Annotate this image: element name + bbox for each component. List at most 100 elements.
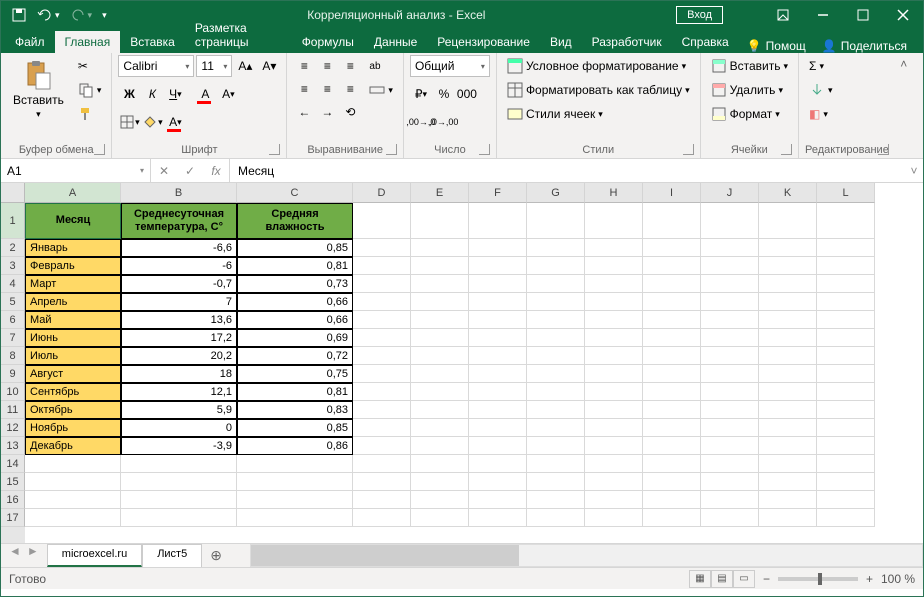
empty-cell[interactable] xyxy=(527,311,585,329)
row-header-16[interactable]: 16 xyxy=(1,491,25,509)
merge-button[interactable]: ▾ xyxy=(365,79,397,101)
autosum-button[interactable]: Σ▾ xyxy=(805,55,828,77)
empty-cell[interactable] xyxy=(701,491,759,509)
empty-cell[interactable] xyxy=(643,473,701,491)
empty-cell[interactable] xyxy=(701,509,759,527)
empty-cell[interactable] xyxy=(527,491,585,509)
cell-styles-button[interactable]: Стили ячеек▾ xyxy=(503,103,607,125)
empty-cell[interactable] xyxy=(353,311,411,329)
tab-data[interactable]: Данные xyxy=(364,31,427,53)
row-header-11[interactable]: 11 xyxy=(1,401,25,419)
column-header-J[interactable]: J xyxy=(701,183,759,203)
humidity-cell-7[interactable]: 0,75 xyxy=(237,365,353,383)
empty-cell[interactable] xyxy=(25,509,121,527)
humidity-cell-11[interactable]: 0,86 xyxy=(237,437,353,455)
empty-cell[interactable] xyxy=(353,239,411,257)
empty-cell[interactable] xyxy=(585,257,643,275)
empty-cell[interactable] xyxy=(759,329,817,347)
empty-cell[interactable] xyxy=(701,437,759,455)
empty-cell[interactable] xyxy=(701,275,759,293)
empty-cell[interactable] xyxy=(759,419,817,437)
number-format-combo[interactable]: Общий▾ xyxy=(410,55,490,77)
empty-cell[interactable] xyxy=(353,275,411,293)
empty-cell[interactable] xyxy=(585,509,643,527)
row-header-4[interactable]: 4 xyxy=(1,275,25,293)
empty-cell[interactable] xyxy=(527,257,585,275)
row-header-5[interactable]: 5 xyxy=(1,293,25,311)
month-cell-1[interactable]: Февраль xyxy=(25,257,121,275)
month-cell-9[interactable]: Октябрь xyxy=(25,401,121,419)
empty-cell[interactable] xyxy=(121,509,237,527)
empty-cell[interactable] xyxy=(643,365,701,383)
ribbon-options-icon[interactable] xyxy=(763,1,803,29)
tell-me-button[interactable]: 💡Помощ xyxy=(739,39,814,53)
row-header-17[interactable]: 17 xyxy=(1,509,25,527)
empty-cell[interactable] xyxy=(759,365,817,383)
empty-cell[interactable] xyxy=(817,293,875,311)
fill-color-button[interactable]: ▾ xyxy=(141,111,163,133)
tab-help[interactable]: Справка xyxy=(672,31,739,53)
name-box[interactable]: A1▾ xyxy=(1,159,151,182)
empty-cell[interactable] xyxy=(643,491,701,509)
sheet-nav[interactable]: ◄► xyxy=(1,544,47,567)
empty-cell[interactable] xyxy=(817,257,875,275)
tab-insert[interactable]: Вставка xyxy=(120,31,185,53)
empty-cell[interactable] xyxy=(411,419,469,437)
temp-cell-4[interactable]: 13,6 xyxy=(121,311,237,329)
month-cell-11[interactable]: Декабрь xyxy=(25,437,121,455)
empty-cell[interactable] xyxy=(469,419,527,437)
empty-cell[interactable] xyxy=(701,365,759,383)
header-cell-1[interactable]: Среднесуточная температура, С° xyxy=(121,203,237,239)
bold-button[interactable]: Ж xyxy=(118,83,140,105)
empty-cell[interactable] xyxy=(469,293,527,311)
row-header-2[interactable]: 2 xyxy=(1,239,25,257)
empty-cell[interactable] xyxy=(469,455,527,473)
column-header-K[interactable]: K xyxy=(759,183,817,203)
decrease-font-button[interactable]: A▾ xyxy=(258,55,280,77)
empty-cell[interactable] xyxy=(353,419,411,437)
empty-cell[interactable] xyxy=(353,401,411,419)
cells-grid[interactable]: МесяцСреднесуточная температура, С°Средн… xyxy=(25,203,923,527)
empty-cell[interactable] xyxy=(527,509,585,527)
empty-cell[interactable] xyxy=(759,401,817,419)
empty-cell[interactable] xyxy=(759,311,817,329)
humidity-cell-3[interactable]: 0,66 xyxy=(237,293,353,311)
wrap-text-button[interactable]: ab xyxy=(365,55,397,77)
empty-cell[interactable] xyxy=(527,275,585,293)
empty-cell[interactable] xyxy=(527,293,585,311)
column-header-I[interactable]: I xyxy=(643,183,701,203)
empty-cell[interactable] xyxy=(411,455,469,473)
month-cell-5[interactable]: Июнь xyxy=(25,329,121,347)
empty-cell[interactable] xyxy=(585,239,643,257)
empty-cell[interactable] xyxy=(121,455,237,473)
empty-cell[interactable] xyxy=(353,473,411,491)
empty-cell[interactable] xyxy=(527,419,585,437)
humidity-cell-4[interactable]: 0,66 xyxy=(237,311,353,329)
zoom-slider[interactable] xyxy=(778,577,858,581)
fill-button[interactable]: ▾ xyxy=(805,79,837,101)
italic-button[interactable]: К xyxy=(141,83,163,105)
empty-cell[interactable] xyxy=(643,257,701,275)
empty-cell[interactable] xyxy=(759,437,817,455)
empty-cell[interactable] xyxy=(759,509,817,527)
temp-cell-7[interactable]: 18 xyxy=(121,365,237,383)
empty-cell[interactable] xyxy=(759,455,817,473)
comma-button[interactable]: 000 xyxy=(456,83,478,105)
format-cells-button[interactable]: Формат▾ xyxy=(707,103,784,125)
empty-cell[interactable] xyxy=(701,257,759,275)
empty-cell[interactable] xyxy=(817,401,875,419)
insert-cells-button[interactable]: Вставить▾ xyxy=(707,55,792,77)
empty-cell[interactable] xyxy=(25,491,121,509)
empty-cell[interactable] xyxy=(527,473,585,491)
empty-cell[interactable] xyxy=(759,293,817,311)
empty-cell[interactable] xyxy=(353,383,411,401)
copy-button[interactable]: ▾ xyxy=(74,79,106,101)
empty-cell[interactable] xyxy=(701,383,759,401)
empty-cell[interactable] xyxy=(469,383,527,401)
empty-cell[interactable] xyxy=(701,329,759,347)
empty-cell[interactable] xyxy=(643,383,701,401)
header-cell-2[interactable]: Средняя влажность xyxy=(237,203,353,239)
row-header-7[interactable]: 7 xyxy=(1,329,25,347)
temp-cell-10[interactable]: 0 xyxy=(121,419,237,437)
empty-cell[interactable] xyxy=(701,293,759,311)
